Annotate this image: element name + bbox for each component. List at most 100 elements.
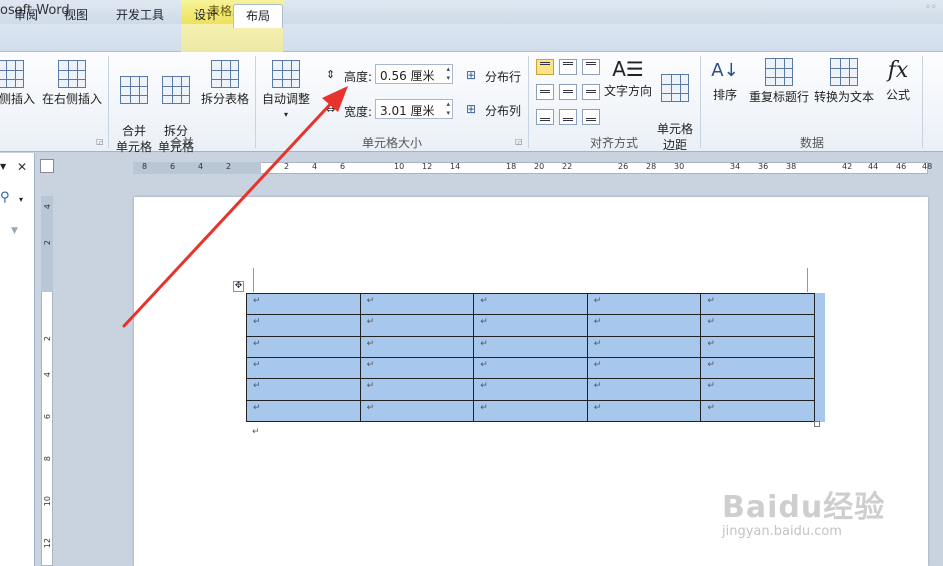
tab-selector-button[interactable] xyxy=(40,159,54,173)
table-cell[interactable]: ↵ xyxy=(473,399,588,423)
table-cell[interactable]: ↵ xyxy=(700,314,815,337)
distribute-cols-button[interactable]: 分布列 xyxy=(485,102,521,119)
align-middle-right-button[interactable] xyxy=(582,84,600,100)
table-cell[interactable]: ↵ xyxy=(586,378,702,401)
convert-to-text-button[interactable]: 转换为文本 xyxy=(813,58,875,105)
table-cell[interactable]: ↵ xyxy=(473,314,588,337)
autofit-button[interactable]: 自动调整 ▾ xyxy=(260,60,312,123)
tab-design[interactable]: 设计 xyxy=(186,4,226,28)
table-row[interactable]: ↵ ↵ ↵ ↵ ↵ xyxy=(246,292,815,316)
ruler-number: 8 xyxy=(43,456,52,462)
height-spinbox[interactable]: 0.56 厘米 ▴ ▾ xyxy=(375,64,453,84)
table-cell[interactable]: ↵ xyxy=(246,335,361,358)
ruler-margin-left xyxy=(133,162,261,174)
tab-view[interactable]: 视图 xyxy=(58,4,94,28)
ruler-number: 4 xyxy=(198,162,204,171)
table-cell[interactable]: ↵ xyxy=(586,335,702,358)
dialog-launcher-icon[interactable]: ◲ xyxy=(515,137,523,146)
insert-left-button[interactable]: 侧插入 xyxy=(0,60,38,107)
merge-cells-icon xyxy=(120,76,148,104)
table-cell[interactable]: ↵ xyxy=(700,356,815,380)
table-cell[interactable]: ↵ xyxy=(246,314,361,337)
chevron-down-icon[interactable]: ▾ xyxy=(19,195,23,204)
dialog-launcher-icon[interactable]: ◲ xyxy=(96,137,104,146)
align-top-center-button[interactable] xyxy=(559,59,577,75)
table-cell[interactable]: ↵ xyxy=(700,292,815,316)
table-cell[interactable]: ↵ xyxy=(586,399,702,423)
baidu-watermark: Baidu经验 jingyan.baidu.com xyxy=(722,482,885,539)
table-cell[interactable]: ↵ xyxy=(359,399,475,423)
table-cell[interactable]: ↵ xyxy=(359,314,475,337)
align-bottom-center-button[interactable] xyxy=(559,109,577,125)
tab-review[interactable]: 审阅 xyxy=(8,4,44,28)
table-cell[interactable]: ↵ xyxy=(700,378,815,401)
align-middle-center-button[interactable] xyxy=(559,84,577,100)
sort-button[interactable]: A↓ 排序 xyxy=(708,58,742,103)
group-separator xyxy=(700,56,701,148)
table-cell[interactable]: ↵ xyxy=(246,292,361,316)
ruler-number: 4 xyxy=(43,372,52,378)
table-cell[interactable]: ↵ xyxy=(700,399,815,423)
table-cell[interactable]: ↵ xyxy=(586,356,702,380)
text-direction-button[interactable]: A☰ 文字方向 xyxy=(602,58,654,99)
close-icon[interactable]: ✕ xyxy=(17,160,27,174)
table-cell[interactable]: ↵ xyxy=(473,378,588,401)
repeat-header-icon xyxy=(765,58,793,86)
group-separator xyxy=(528,56,529,148)
width-spinbox[interactable]: 3.01 厘米 ▴ ▾ xyxy=(375,99,453,119)
table-row[interactable]: ↵ ↵ ↵ ↵ ↵ xyxy=(246,378,815,401)
align-middle-left-button[interactable] xyxy=(536,84,554,100)
table-resize-handle[interactable] xyxy=(814,421,820,427)
search-icon[interactable]: ⚲ xyxy=(0,190,10,205)
formula-button[interactable]: fx 公式 xyxy=(880,58,916,103)
table-move-handle-icon[interactable]: ✥ xyxy=(233,281,244,292)
ruler-number: 8 xyxy=(142,162,148,171)
expand-triangle-icon[interactable]: ▼ xyxy=(11,226,18,236)
table-row[interactable]: ↵ ↵ ↵ ↵ ↵ xyxy=(246,356,815,380)
table-cell[interactable]: ↵ xyxy=(473,292,588,316)
table-cell[interactable]: ↵ xyxy=(359,378,475,401)
ruler-number: 46 xyxy=(896,162,907,171)
table-cell[interactable]: ↵ xyxy=(246,378,361,401)
distribute-rows-button[interactable]: 分布行 xyxy=(485,68,521,85)
table-cell[interactable]: ↵ xyxy=(700,335,815,358)
width-label: 宽度: xyxy=(344,105,373,119)
margin-corner-mark xyxy=(253,268,254,292)
tab-developer[interactable]: 开发工具 xyxy=(110,4,170,28)
ruler-number: 2 xyxy=(226,162,232,171)
ruler-number: 12 xyxy=(422,162,433,171)
height-label: 高度: xyxy=(344,70,373,84)
ruler-number: 18 xyxy=(506,162,517,171)
table-cell[interactable]: ↵ xyxy=(473,335,588,358)
ruler-number: 38 xyxy=(786,162,797,171)
table-cell[interactable]: ↵ xyxy=(359,356,475,380)
ruler-number: 42 xyxy=(842,162,853,171)
table-cell[interactable]: ↵ xyxy=(359,335,475,358)
group-label-data: 数据 xyxy=(799,136,824,150)
document-table[interactable]: ↵ ↵ ↵ ↵ ↵ ↵ ↵ ↵ ↵ ↵ ↵ ↵ ↵ ↵ ↵ ↵ ↵ ↵ ↵ ↵ ↵ ↵ ↵ ↵ ↵ ↵ ↵ ↵ ↵ ↵ xyxy=(246,292,815,423)
table-row[interactable]: ↵ ↵ ↵ ↵ ↵ xyxy=(246,314,815,337)
table-cell[interactable]: ↵ xyxy=(473,356,588,380)
table-row[interactable]: ↵ ↵ ↵ ↵ ↵ xyxy=(246,335,815,358)
ruler-number: 10 xyxy=(43,496,52,507)
table-cell[interactable]: ↵ xyxy=(246,356,361,380)
spin-arrows-icon[interactable]: ▴ ▾ xyxy=(446,100,450,118)
ruler-number: 20 xyxy=(534,162,545,171)
table-cell[interactable]: ↵ xyxy=(586,292,702,316)
spin-arrows-icon[interactable]: ▴ ▾ xyxy=(446,65,450,83)
table-row[interactable]: ↵ ↵ ↵ ↵ ↵ xyxy=(246,399,815,423)
split-table-icon xyxy=(211,60,239,88)
distribute-cols-icon: ⊞ xyxy=(466,102,477,116)
align-top-left-button[interactable] xyxy=(536,59,554,75)
align-bottom-right-button[interactable] xyxy=(582,109,600,125)
insert-right-button[interactable]: 在右侧插入 xyxy=(40,60,104,107)
split-table-button[interactable]: 拆分表格 xyxy=(199,60,251,107)
table-cell[interactable]: ↵ xyxy=(359,292,475,316)
tab-layout[interactable]: 布局 xyxy=(233,4,283,28)
repeat-header-button[interactable]: 重复标题行 xyxy=(748,58,810,105)
table-cell[interactable]: ↵ xyxy=(586,314,702,337)
align-top-right-button[interactable] xyxy=(582,59,600,75)
align-bottom-left-button[interactable] xyxy=(536,109,554,125)
table-cell[interactable]: ↵ xyxy=(246,399,361,423)
pane-menu-icon[interactable]: ▼ xyxy=(0,162,6,171)
